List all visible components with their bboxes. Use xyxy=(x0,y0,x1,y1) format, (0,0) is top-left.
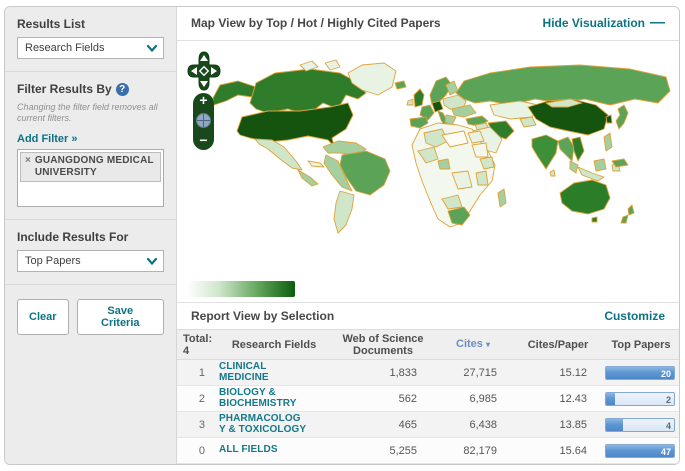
zoom-in-icon[interactable]: + xyxy=(199,94,207,107)
results-list-dropdown[interactable]: Research Fields xyxy=(17,37,164,59)
filter-chip: × GUANGDONG MEDICAL UNIVERSITY xyxy=(20,152,161,182)
map-title: Map View by Top / Hot / Highly Cited Pap… xyxy=(191,16,441,30)
filter-by-label: Filter Results By? xyxy=(17,82,164,96)
collapse-minus-icon: — xyxy=(650,18,665,28)
esi-panel: Results List Research Fields Filter Resu… xyxy=(4,6,680,465)
cites-per-paper-value: 13.85 xyxy=(513,412,603,438)
top-papers-bar: 4 xyxy=(605,418,675,432)
add-filter-link[interactable]: Add Filter » xyxy=(17,133,78,145)
top-papers-value: 47 xyxy=(661,445,671,458)
table-row: 2 BIOLOGY & BIOCHEMISTRY 562 6,985 12.43 xyxy=(177,386,679,412)
main-content: Map View by Top / Hot / Highly Cited Pap… xyxy=(177,7,679,464)
top-papers-bar: 2 xyxy=(605,392,675,406)
report-title: Report View by Selection xyxy=(191,309,334,323)
results-list-section: Results List Research Fields xyxy=(5,7,176,72)
filter-note: Changing the filter field removes all cu… xyxy=(17,102,164,124)
col-header-cites-per-paper: Cites/Paper xyxy=(513,330,603,360)
cites-per-paper-value: 15.64 xyxy=(513,438,603,464)
table-header-row: Total: 4 Research Fields Web of Science … xyxy=(177,330,679,360)
sidebar: Results List Research Fields Filter Resu… xyxy=(5,7,177,464)
top-papers-bar: 20 xyxy=(605,366,675,380)
map-header: Map View by Top / Hot / Highly Cited Pap… xyxy=(177,7,679,41)
col-header-documents: Web of Science Documents xyxy=(333,330,433,360)
results-list-label: Results List xyxy=(17,17,164,31)
cites-value: 27,715 xyxy=(433,360,513,386)
results-list-value: Research Fields xyxy=(25,42,104,54)
cites-per-paper-value: 12.43 xyxy=(513,386,603,412)
row-rank: 0 xyxy=(177,438,215,464)
documents-value: 1,833 xyxy=(333,360,433,386)
map-area: + − xyxy=(177,41,679,303)
cites-value: 6,438 xyxy=(433,412,513,438)
top-papers-value: 4 xyxy=(666,419,671,432)
include-results-label: Include Results For xyxy=(17,230,164,244)
chevron-down-icon xyxy=(145,254,159,268)
filter-section: Filter Results By? Changing the filter f… xyxy=(5,72,176,220)
table-row: 1 CLINICAL MEDICINE 1,833 27,715 15.12 2… xyxy=(177,360,679,386)
row-rank: 2 xyxy=(177,386,215,412)
save-criteria-button[interactable]: Save Criteria xyxy=(77,299,164,335)
field-link[interactable]: PHARMACOLOG Y & TOXICOLOGY xyxy=(219,414,333,435)
remove-filter-icon[interactable]: × xyxy=(25,155,31,178)
field-link[interactable]: ALL FIELDS xyxy=(219,445,333,456)
map-zoom-control[interactable]: + − xyxy=(193,93,214,150)
include-results-section: Include Results For Top Papers xyxy=(5,220,176,285)
sort-desc-icon: ▾ xyxy=(486,340,490,349)
row-rank: 1 xyxy=(177,360,215,386)
zoom-out-icon[interactable]: − xyxy=(199,134,207,147)
include-results-dropdown[interactable]: Top Papers xyxy=(17,250,164,272)
actions-section: Clear Save Criteria xyxy=(5,285,176,347)
top-papers-value: 2 xyxy=(666,393,671,406)
col-header-cites-sort[interactable]: Cites ▾ xyxy=(433,330,513,360)
col-header-top-papers: Top Papers xyxy=(603,330,679,360)
filter-chip-label: GUANGDONG MEDICAL UNIVERSITY xyxy=(35,155,156,178)
field-link[interactable]: BIOLOGY & BIOCHEMISTRY xyxy=(219,388,333,409)
col-header-research-fields: Research Fields xyxy=(215,330,333,360)
field-link[interactable]: CLINICAL MEDICINE xyxy=(219,362,333,383)
cites-per-paper-value: 15.12 xyxy=(513,360,603,386)
top-papers-value: 20 xyxy=(661,367,671,380)
help-icon[interactable]: ? xyxy=(116,83,129,96)
report-table: Total: 4 Research Fields Web of Science … xyxy=(177,329,679,464)
customize-link[interactable]: Customize xyxy=(604,309,665,323)
active-filters-box: × GUANGDONG MEDICAL UNIVERSITY xyxy=(17,149,164,207)
documents-value: 562 xyxy=(333,386,433,412)
globe-reset-icon[interactable] xyxy=(196,113,211,128)
cites-value: 6,985 xyxy=(433,386,513,412)
report-header: Report View by Selection Customize xyxy=(177,302,679,329)
world-choropleth-map[interactable] xyxy=(180,43,672,278)
clear-button[interactable]: Clear xyxy=(17,299,69,335)
table-row: 3 PHARMACOLOG Y & TOXICOLOGY 465 6,438 1… xyxy=(177,412,679,438)
table-row: 0 ALL FIELDS 5,255 82,179 15.64 47 xyxy=(177,438,679,464)
row-rank: 3 xyxy=(177,412,215,438)
hide-visualization-link[interactable]: Hide Visualization — xyxy=(543,16,665,30)
include-results-value: Top Papers xyxy=(25,255,81,267)
documents-value: 465 xyxy=(333,412,433,438)
map-pan-control[interactable] xyxy=(187,51,221,91)
chevron-down-icon xyxy=(145,41,159,55)
choropleth-legend-gradient xyxy=(187,281,295,297)
documents-value: 5,255 xyxy=(333,438,433,464)
top-papers-bar: 47 xyxy=(605,444,675,458)
total-count: Total: 4 xyxy=(177,330,215,360)
cites-value: 82,179 xyxy=(433,438,513,464)
